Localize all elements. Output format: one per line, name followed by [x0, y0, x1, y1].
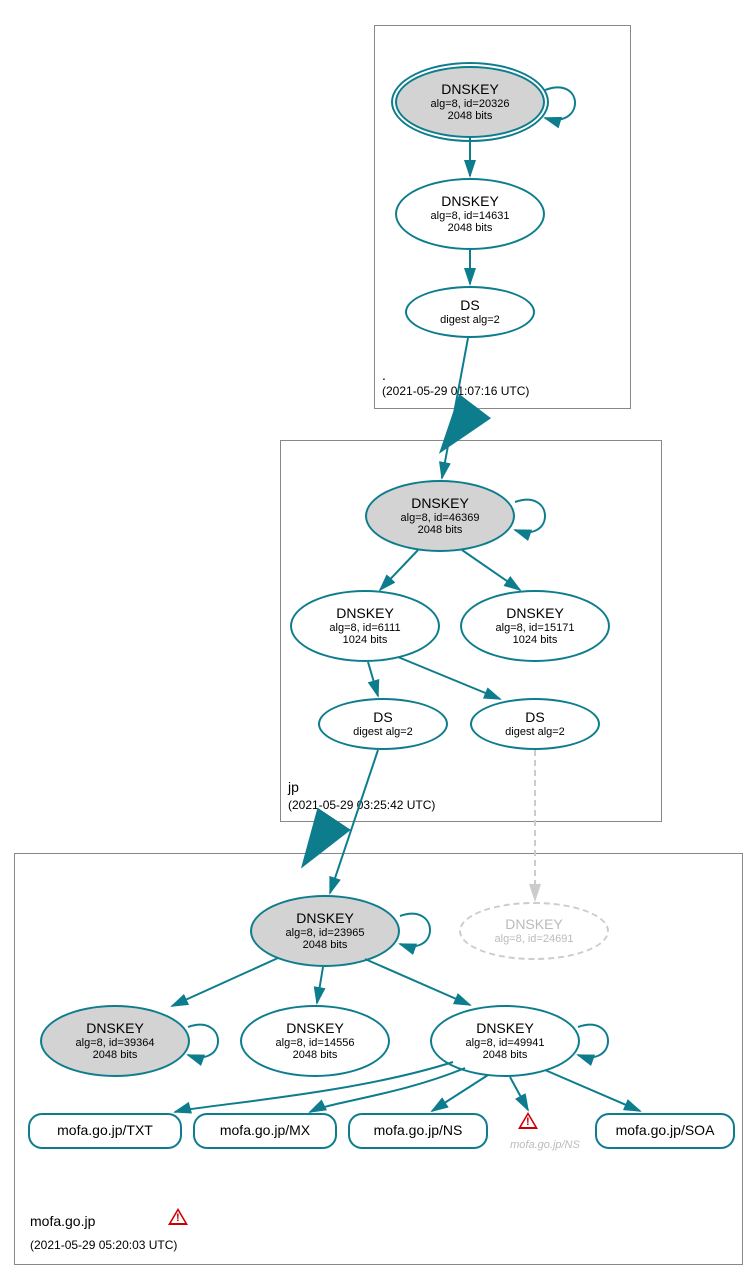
node-mofa-ksk: DNSKEY alg=8, id=23965 2048 bits [250, 895, 400, 967]
node-sub: digest alg=2 [505, 726, 565, 738]
node-sub: alg=8, id=6111 [329, 622, 400, 634]
node-title: mofa.go.jp/NS [374, 1123, 463, 1138]
zone-jp-label: jp [288, 779, 299, 795]
zone-root-label: . [382, 367, 386, 383]
node-mofa-k4: DNSKEY alg=8, id=49941 2048 bits [430, 1005, 580, 1077]
node-root-zsk: DNSKEY alg=8, id=14631 2048 bits [395, 178, 545, 250]
node-root-ksk: DNSKEY alg=8, id=20326 2048 bits [395, 66, 545, 138]
node-rr-ns: mofa.go.jp/NS [348, 1113, 488, 1149]
node-mofa-k2: DNSKEY alg=8, id=39364 2048 bits [40, 1005, 190, 1077]
node-mofa-grey-key: DNSKEY alg=8, id=24691 [459, 902, 609, 960]
zone-mofa-timestamp: (2021-05-29 05:20:03 UTC) [30, 1238, 177, 1252]
node-title: DNSKEY [411, 496, 469, 511]
node-title: DNSKEY [336, 606, 394, 621]
node-sub: alg=8, id=15171 [496, 622, 575, 634]
node-sub: digest alg=2 [353, 726, 413, 738]
node-title: DNSKEY [441, 194, 499, 209]
node-sub2: 1024 bits [513, 634, 558, 646]
node-title: mofa.go.jp/SOA [616, 1123, 715, 1138]
node-sub: alg=8, id=14631 [431, 210, 510, 222]
node-title: DNSKEY [296, 911, 354, 926]
node-sub: alg=8, id=49941 [466, 1037, 545, 1049]
node-title: mofa.go.jp/NS [510, 1139, 580, 1151]
node-title: DS [525, 710, 544, 725]
node-sub2: 2048 bits [418, 524, 463, 536]
node-rr-mx: mofa.go.jp/MX [193, 1113, 337, 1149]
node-title: mofa.go.jp/MX [220, 1123, 310, 1138]
zone-mofa-label: mofa.go.jp [30, 1213, 95, 1229]
node-title: DS [373, 710, 392, 725]
node-title: DNSKEY [506, 606, 564, 621]
node-sub2: 2048 bits [303, 939, 348, 951]
node-root-ds: DS digest alg=2 [405, 286, 535, 338]
node-jp-ksk: DNSKEY alg=8, id=46369 2048 bits [365, 480, 515, 552]
node-jp-zsk1: DNSKEY alg=8, id=6111 1024 bits [290, 590, 440, 662]
zone-jp-timestamp: (2021-05-29 03:25:42 UTC) [288, 798, 435, 812]
node-title: DNSKEY [286, 1021, 344, 1036]
warning-icon: ! [168, 1208, 188, 1226]
node-sub2: 1024 bits [343, 634, 388, 646]
node-rr-ns-grey: mofa.go.jp/NS [500, 1135, 590, 1155]
node-sub: alg=8, id=14556 [276, 1037, 355, 1049]
node-jp-ds2: DS digest alg=2 [470, 698, 600, 750]
warning-icon: ! [518, 1112, 538, 1130]
node-sub: digest alg=2 [440, 314, 500, 326]
node-jp-ds1: DS digest alg=2 [318, 698, 448, 750]
node-title: DS [460, 298, 479, 313]
node-sub: alg=8, id=20326 [431, 98, 510, 110]
node-title: mofa.go.jp/TXT [57, 1123, 153, 1138]
node-rr-soa: mofa.go.jp/SOA [595, 1113, 735, 1149]
node-sub2: 2048 bits [448, 222, 493, 234]
node-title: DNSKEY [86, 1021, 144, 1036]
node-title: DNSKEY [476, 1021, 534, 1036]
node-mofa-k3: DNSKEY alg=8, id=14556 2048 bits [240, 1005, 390, 1077]
node-sub: alg=8, id=23965 [286, 927, 365, 939]
node-rr-txt: mofa.go.jp/TXT [28, 1113, 182, 1149]
node-sub: alg=8, id=24691 [495, 933, 574, 945]
node-sub2: 2048 bits [293, 1049, 338, 1061]
node-jp-zsk2: DNSKEY alg=8, id=15171 1024 bits [460, 590, 610, 662]
node-title: DNSKEY [505, 917, 563, 932]
node-sub2: 2048 bits [448, 110, 493, 122]
node-sub2: 2048 bits [93, 1049, 138, 1061]
node-sub2: 2048 bits [483, 1049, 528, 1061]
node-sub: alg=8, id=39364 [76, 1037, 155, 1049]
node-sub: alg=8, id=46369 [401, 512, 480, 524]
node-title: DNSKEY [441, 82, 499, 97]
zone-root-timestamp: (2021-05-29 01:07:16 UTC) [382, 384, 529, 398]
